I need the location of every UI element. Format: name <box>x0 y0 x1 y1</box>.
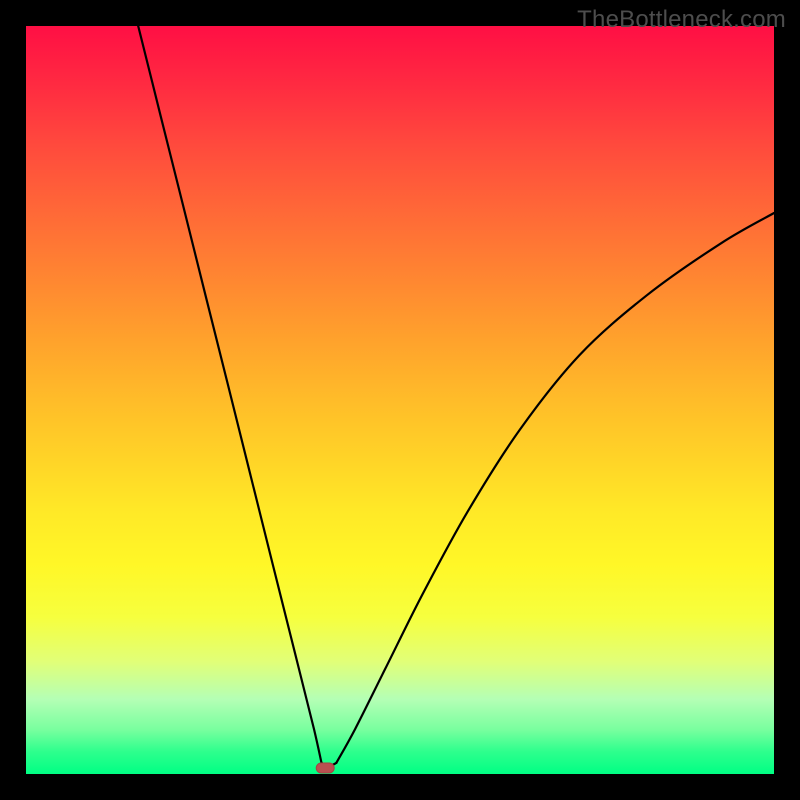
chart-frame: TheBottleneck.com <box>0 0 800 800</box>
minimum-marker <box>316 763 334 773</box>
plot-area <box>26 26 774 774</box>
bottleneck-curve-left <box>138 26 321 763</box>
chart-overlay-svg <box>26 26 774 774</box>
watermark-text: TheBottleneck.com <box>577 6 786 34</box>
bottleneck-curve-right <box>336 213 774 763</box>
